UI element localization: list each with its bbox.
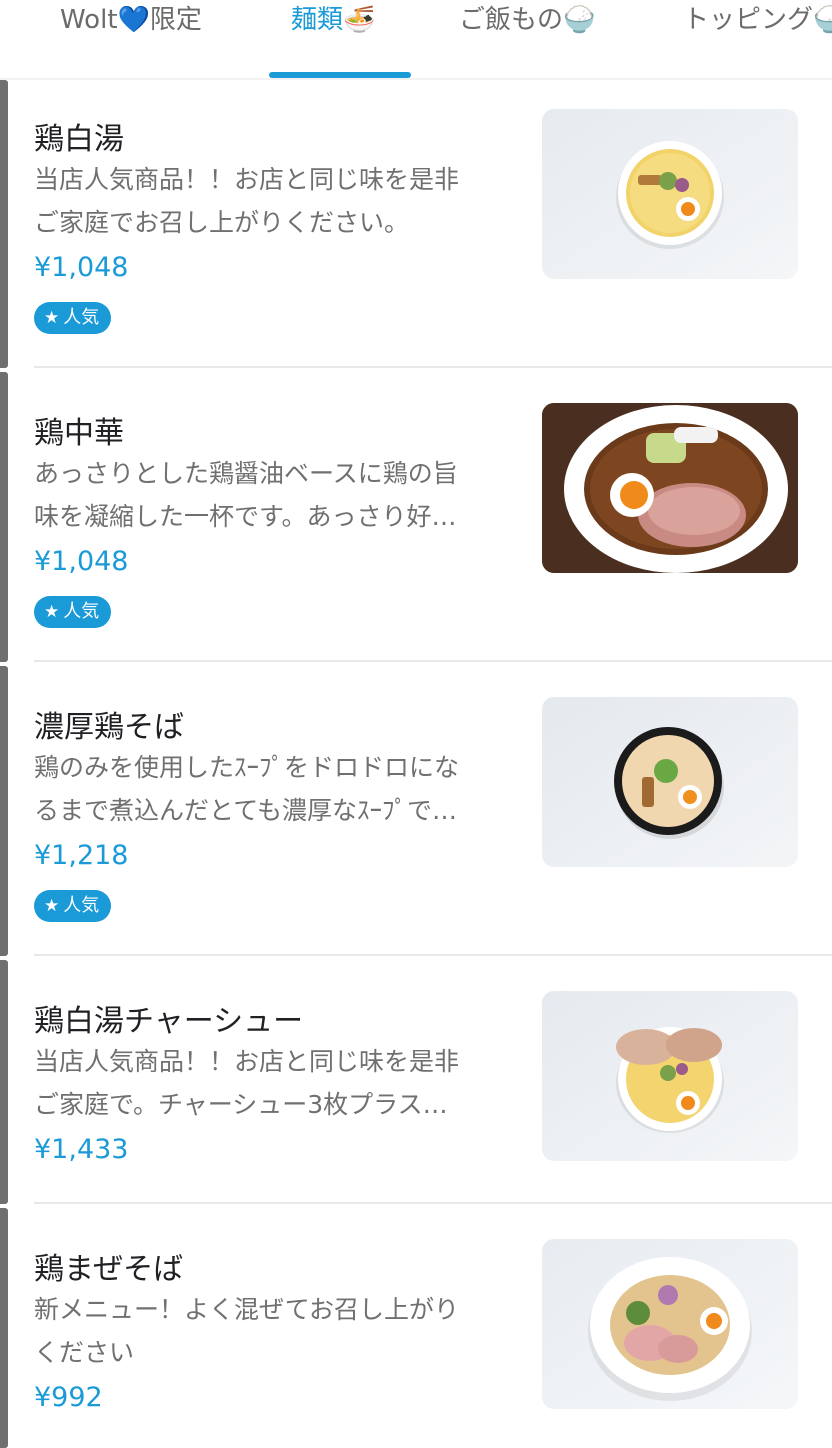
- item-price: ¥1,048: [34, 252, 129, 283]
- item-title: 鶏まぜそば: [34, 1252, 184, 1287]
- item-title: 鶏白湯: [34, 122, 124, 157]
- item-image[interactable]: [542, 1239, 798, 1409]
- item-description-line: 新メニュー！よく混ぜてお召し上がり: [34, 1295, 460, 1324]
- item-price: ¥1,433: [34, 1134, 129, 1165]
- item-description: 新メニュー！よく混ぜてお召し上がり ください: [34, 1288, 516, 1374]
- star-icon: ★: [44, 896, 60, 916]
- item-title: 鶏中華: [34, 416, 124, 451]
- mazesoba-bowl-image: [542, 1239, 798, 1409]
- tab-noodles[interactable]: 麺類🍜: [291, 0, 375, 40]
- menu-item[interactable]: 鶏白湯チャーシュー 当店人気商品！！お店と同じ味を是非 ご家庭で。チャーシュー3…: [0, 962, 832, 1204]
- popular-badge: ★ 人気: [34, 890, 112, 922]
- item-image[interactable]: [542, 991, 798, 1161]
- ramen-bowl-image: [542, 991, 798, 1161]
- item-title: 鶏白湯チャーシュー: [34, 1004, 304, 1039]
- item-description-line: ご家庭でお召し上がりください。: [34, 208, 410, 237]
- item-description: 当店人気商品！！お店と同じ味を是非 ご家庭でお召し上がりください。: [34, 158, 516, 244]
- item-description-line: ください: [34, 1338, 135, 1367]
- tab-rice[interactable]: ご飯もの🍚: [459, 0, 595, 40]
- item-description: あっさりとした鶏醤油ベースに鶏の旨 味を凝縮した一杯です。あっさり好…: [34, 452, 516, 538]
- item-description-line: 味を凝縮した一杯です。あっさり好…: [34, 502, 457, 531]
- menu-item[interactable]: 鶏白湯 当店人気商品！！お店と同じ味を是非 ご家庭でお召し上がりください。 ¥1…: [0, 80, 832, 368]
- badge-label: 人気: [63, 601, 100, 622]
- item-divider: [34, 660, 832, 662]
- item-image[interactable]: [542, 109, 798, 279]
- menu-item[interactable]: 鶏まぜそば 新メニュー！よく混ぜてお召し上がり ください ¥992: [0, 1210, 832, 1448]
- badge-label: 人気: [63, 307, 100, 328]
- item-image[interactable]: [542, 697, 798, 867]
- ramen-bowl-image: [542, 697, 798, 867]
- star-icon: ★: [44, 308, 60, 328]
- item-description-line: 当店人気商品！！お店と同じ味を是非: [34, 1047, 460, 1076]
- item-price: ¥1,048: [34, 546, 129, 577]
- menu-item[interactable]: 鶏中華 あっさりとした鶏醤油ベースに鶏の旨 味を凝縮した一杯です。あっさり好… …: [0, 374, 832, 662]
- ramen-bowl-image: [542, 109, 798, 279]
- item-description-line: 鶏のみを使用したｽｰﾌﾟをドロドロにな: [34, 753, 460, 782]
- item-divider: [34, 1202, 832, 1204]
- item-description-line: 当店人気商品！！お店と同じ味を是非: [34, 165, 460, 194]
- item-divider: [34, 366, 832, 368]
- item-description-line: るまで煮込んだとても濃厚なｽｰﾌﾟで…: [34, 796, 458, 825]
- badge-label: 人気: [63, 895, 100, 916]
- item-image[interactable]: [542, 403, 798, 573]
- popular-badge: ★ 人気: [34, 302, 112, 334]
- ramen-bowl-image: [542, 403, 798, 573]
- item-description: 当店人気商品！！お店と同じ味を是非 ご家庭で。チャーシュー3枚プラス…: [34, 1040, 516, 1126]
- category-tab-bar: Wolt💙限定 麺類🍜 ご飯もの🍚 トッピング🍚: [0, 0, 832, 80]
- item-description-line: あっさりとした鶏醤油ベースに鶏の旨: [34, 459, 458, 488]
- tab-wolt-limited[interactable]: Wolt💙限定: [60, 0, 202, 40]
- menu-item[interactable]: 濃厚鶏そば 鶏のみを使用したｽｰﾌﾟをドロドロにな るまで煮込んだとても濃厚なｽ…: [0, 668, 832, 956]
- item-price: ¥992: [34, 1382, 103, 1413]
- star-icon: ★: [44, 602, 60, 622]
- item-description: 鶏のみを使用したｽｰﾌﾟをドロドロにな るまで煮込んだとても濃厚なｽｰﾌﾟで…: [34, 746, 516, 832]
- tab-toppings[interactable]: トッピング🍚: [683, 0, 832, 40]
- item-price: ¥1,218: [34, 840, 129, 871]
- item-divider: [34, 954, 832, 956]
- item-title: 濃厚鶏そば: [34, 710, 184, 745]
- popular-badge: ★ 人気: [34, 596, 112, 628]
- item-description-line: ご家庭で。チャーシュー3枚プラス…: [34, 1090, 448, 1119]
